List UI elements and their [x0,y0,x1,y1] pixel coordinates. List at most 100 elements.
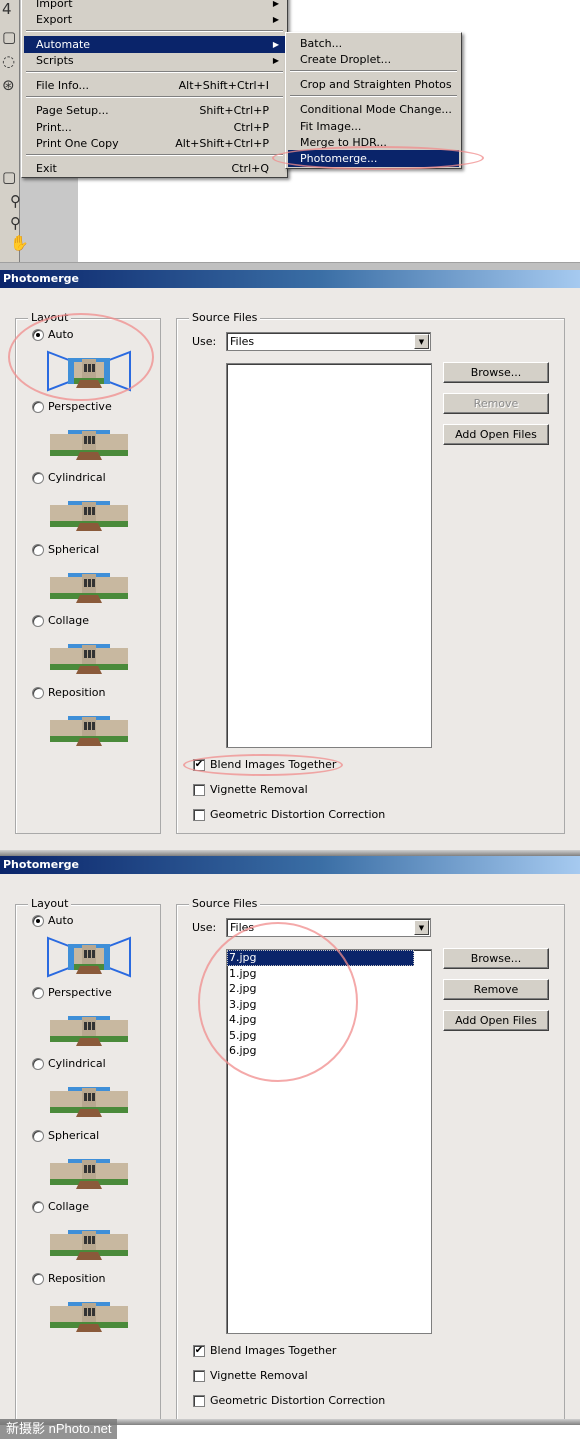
file-list-item[interactable]: 1.jpg [227,966,431,982]
layout-option-collage[interactable]: Collage [32,1200,89,1214]
radio-button[interactable] [32,472,44,484]
layout-option-cylindrical[interactable]: Cylindrical [32,1057,106,1071]
radio-button[interactable] [32,329,44,341]
tool-icon[interactable]: ◌ [2,52,22,72]
use-select[interactable]: Files ▼ [226,332,431,351]
radio-button[interactable] [32,915,44,927]
hand-tool-icon[interactable]: ✋ [10,234,30,254]
file-list-item[interactable]: 7.jpg [227,950,414,966]
tool-icon[interactable]: ▢ [2,28,22,48]
checkbox-box[interactable] [193,1395,205,1407]
file-list-item[interactable]: 3.jpg [227,997,431,1013]
menu-separator [26,30,283,32]
menu-item-crop-straighten[interactable]: Crop and Straighten Photos [288,76,459,93]
layout-preview-spherical-icon [46,565,132,603]
layout-preview-reposition-icon [46,708,132,746]
layout-option-perspective[interactable]: Perspective [32,400,112,414]
menu-item-print-one-copy[interactable]: Print One Copy Alt+Shift+Ctrl+P [24,135,285,152]
file-menu: Import ▶ Export ▶ Automate ▶ Scripts ▶ File … [21,0,288,178]
layout-label: Layout [28,311,72,324]
menu-item-merge-to-hdr[interactable]: Merge to HDR... [288,134,459,151]
layout-option-auto[interactable]: Auto [32,914,74,928]
radio-button[interactable] [32,1273,44,1285]
menu-item-exit[interactable]: Exit Ctrl+Q [24,160,285,177]
layout-preview-collage-icon [46,636,132,674]
menu-item-photomerge[interactable]: Photomerge... [288,150,459,167]
radio-button[interactable] [32,615,44,627]
submenu-arrow-icon: ▶ [272,56,279,65]
photoshop-workspace: 4 ▢ ◌ ⊛ ▢ ⚲ ⚲ ✋ Import ▶ Export ▶ Automate… [0,0,580,270]
vignette-removal-checkbox[interactable]: Vignette Removal [193,1369,308,1383]
menu-item-file-info[interactable]: File Info... Alt+Shift+Ctrl+I [24,77,285,94]
source-files-label: Source Files [189,897,261,910]
geometric-distortion-checkbox[interactable]: Geometric Distortion Correction [193,808,385,822]
layout-preview-auto-icon [46,350,132,392]
layout-option-collage[interactable]: Collage [32,614,89,628]
add-open-files-button[interactable]: Add Open Files [443,424,549,445]
file-list-item[interactable]: 6.jpg [227,1043,431,1059]
menu-separator [26,154,283,156]
radio-button[interactable] [32,1058,44,1070]
radio-button[interactable] [32,544,44,556]
file-list-item[interactable]: 4.jpg [227,1012,431,1028]
checkmark-icon[interactable]: ✔ [193,759,205,771]
menu-item-page-setup[interactable]: Page Setup... Shift+Ctrl+P [24,102,285,119]
layout-preview-perspective-icon [46,1008,132,1046]
layout-option-cylindrical[interactable]: Cylindrical [32,471,106,485]
file-list-item[interactable]: 5.jpg [227,1028,431,1044]
menu-item-conditional-mode-change[interactable]: Conditional Mode Change... [288,101,459,118]
tool-icon[interactable]: ▢ [2,168,22,188]
source-files-label: Source Files [189,311,261,324]
automate-submenu: Batch... Create Droplet... Crop and Stra… [285,32,462,169]
layout-preview-cylindrical-icon [46,493,132,531]
menu-separator [26,96,283,98]
file-list-item[interactable]: 2.jpg [227,981,431,997]
layout-option-perspective[interactable]: Perspective [32,986,112,1000]
chevron-down-icon[interactable]: ▼ [414,334,429,349]
checkbox-box[interactable] [193,784,205,796]
layout-preview-reposition-icon [46,1294,132,1332]
geometric-distortion-checkbox[interactable]: Geometric Distortion Correction [193,1394,385,1408]
radio-button[interactable] [32,401,44,413]
remove-button[interactable]: Remove [443,393,549,414]
layout-preview-auto-icon [46,936,132,978]
tool-icon[interactable]: ⊛ [2,76,22,96]
chevron-down-icon[interactable]: ▼ [414,920,429,935]
remove-button[interactable]: Remove [443,979,549,1000]
menu-item-scripts[interactable]: Scripts ▶ [24,52,285,69]
menu-item-create-droplet[interactable]: Create Droplet... [288,51,459,68]
menu-item-fit-image[interactable]: Fit Image... [288,118,459,135]
add-open-files-button[interactable]: Add Open Files [443,1010,549,1031]
checkbox-box[interactable] [193,809,205,821]
menu-item-automate[interactable]: Automate ▶ [24,36,285,53]
use-select[interactable]: Files ▼ [226,918,431,937]
radio-button[interactable] [32,1130,44,1142]
layout-option-auto[interactable]: Auto [32,328,74,342]
radio-button[interactable] [32,687,44,699]
layout-preview-collage-icon [46,1222,132,1260]
source-files-list[interactable]: 7.jpg 1.jpg 2.jpg 3.jpg 4.jpg 5.jpg 6.jpg [226,949,432,1334]
burn-tool-icon[interactable]: ⚲ [10,214,30,234]
menu-item-print[interactable]: Print... Ctrl+P [24,119,285,136]
layout-preview-cylindrical-icon [46,1079,132,1117]
radio-button[interactable] [32,987,44,999]
vignette-removal-checkbox[interactable]: Vignette Removal [193,783,308,797]
layout-option-spherical[interactable]: Spherical [32,543,99,557]
layout-option-reposition[interactable]: Reposition [32,686,106,700]
layout-option-spherical[interactable]: Spherical [32,1129,99,1143]
menu-item-batch[interactable]: Batch... [288,35,459,52]
radio-button[interactable] [32,1201,44,1213]
source-files-list[interactable] [226,363,432,748]
layout-preview-spherical-icon [46,1151,132,1189]
menu-item-export[interactable]: Export ▶ [24,11,285,28]
checkmark-icon[interactable]: ✔ [193,1345,205,1357]
layout-option-reposition[interactable]: Reposition [32,1272,106,1286]
tool-icon[interactable]: 4 [2,0,22,20]
blend-images-checkbox[interactable]: ✔ Blend Images Together [193,758,336,772]
blend-images-checkbox[interactable]: ✔ Blend Images Together [193,1344,336,1358]
dodge-tool-icon[interactable]: ⚲ [10,192,30,212]
browse-button[interactable]: Browse... [443,362,549,383]
browse-button[interactable]: Browse... [443,948,549,969]
layout-preview-perspective-icon [46,422,132,460]
checkbox-box[interactable] [193,1370,205,1382]
